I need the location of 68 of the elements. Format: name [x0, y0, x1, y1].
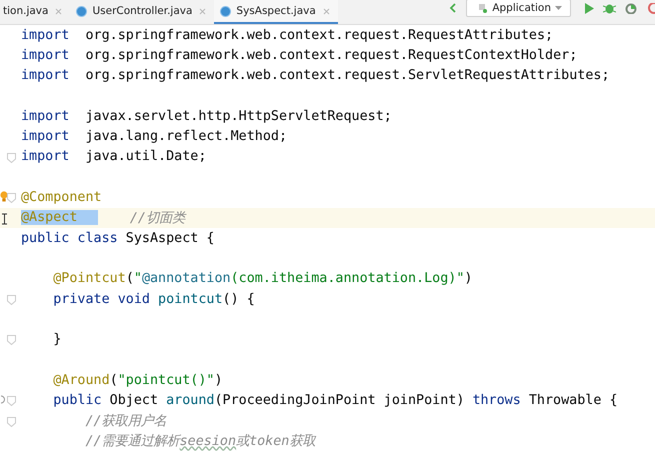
keyword: import	[21, 149, 70, 164]
keyword: private void	[52, 292, 150, 306]
string-literal: "pointcut()"	[118, 372, 214, 388]
string-literal: "	[134, 271, 142, 286]
keyword: import	[21, 48, 70, 63]
code-text: java.util.Date;	[84, 149, 206, 164]
code-text: SysAspect {	[126, 230, 214, 246]
code-text: (	[110, 372, 118, 388]
code-text: Object	[110, 392, 158, 408]
keyword: import	[21, 28, 70, 43]
fold-marker-icon[interactable]	[7, 335, 16, 346]
tab-label[interactable]: tion.java	[3, 5, 48, 17]
code-comment: 或token获取	[236, 433, 316, 450]
annotation-reference: @annotation	[142, 271, 231, 286]
code-text: (ProceedingJoinPoint joinPoint)	[214, 392, 464, 408]
keyword: import	[21, 129, 70, 144]
keyword: public class	[21, 230, 118, 246]
lightbulb-icon[interactable]	[0, 191, 8, 202]
close-icon[interactable]	[322, 8, 330, 14]
back-icon[interactable]	[449, 3, 458, 13]
method-name: around	[166, 392, 214, 408]
code-text: }	[52, 332, 62, 348]
code-text: org.springframework.web.context.request.RequestContextHolder;	[84, 48, 578, 63]
configuration-name: Application	[492, 2, 551, 14]
tab-label[interactable]: UserController.java	[92, 5, 192, 17]
fold-marker-icon[interactable]	[7, 152, 16, 163]
annotation: @Pointcut	[52, 271, 126, 286]
fold-marker-icon[interactable]	[7, 193, 16, 204]
code-text: Throwable {	[528, 392, 618, 408]
code-text: )	[214, 372, 223, 388]
code-text: org.springframework.web.context.request.ServletRequestAttributes;	[84, 68, 610, 84]
application-icon	[479, 4, 488, 12]
fold-marker-icon[interactable]	[7, 396, 16, 406]
keyword: throws	[472, 392, 521, 408]
close-icon[interactable]	[199, 8, 206, 14]
misspelled-word: seesion	[180, 434, 236, 449]
code-text: org.springframework.web.context.request.RequestAttributes;	[84, 28, 554, 43]
close-icon[interactable]	[55, 8, 62, 14]
profiler-icon[interactable]	[647, 2, 655, 14]
run-configuration-dropdown[interactable]: Application	[466, 0, 571, 17]
code-text: )	[464, 271, 472, 286]
code-comment: //获取用户名	[84, 412, 167, 430]
fold-marker-icon[interactable]	[7, 416, 16, 427]
keyword: import	[21, 108, 70, 124]
string-literal: (com.itheima.annotation.Log)"	[230, 271, 464, 286]
editor-tab[interactable]: SysAspect.java	[214, 0, 338, 24]
debug-icon[interactable]	[603, 2, 616, 14]
text-cursor-icon	[1, 212, 8, 225]
keyword: import	[21, 68, 70, 84]
code-text: java.lang.reflect.Method;	[84, 129, 288, 144]
fold-marker-icon[interactable]	[7, 294, 16, 305]
code-text: () {	[222, 292, 255, 306]
annotation: @Around	[52, 372, 110, 388]
selected-annotation: @Aspect	[21, 210, 98, 226]
annotation: @Component	[21, 190, 102, 206]
code-comment: //需要通过解析	[84, 433, 180, 450]
method-name: pointcut	[158, 292, 223, 306]
editor-tab[interactable]: tion.java	[0, 0, 70, 24]
method-marker-icon[interactable]	[1, 395, 6, 404]
editor-tab[interactable]: UserController.java	[70, 0, 214, 24]
run-icon[interactable]	[584, 2, 594, 14]
code-text: javax.servlet.http.HttpServletRequest;	[84, 108, 392, 124]
keyword: public	[52, 392, 102, 408]
coverage-icon[interactable]	[625, 2, 638, 14]
code-text: (	[126, 271, 134, 286]
tab-label[interactable]: SysAspect.java	[236, 5, 316, 17]
code-comment: //切面类	[130, 210, 185, 227]
dropdown-icon	[555, 6, 562, 10]
